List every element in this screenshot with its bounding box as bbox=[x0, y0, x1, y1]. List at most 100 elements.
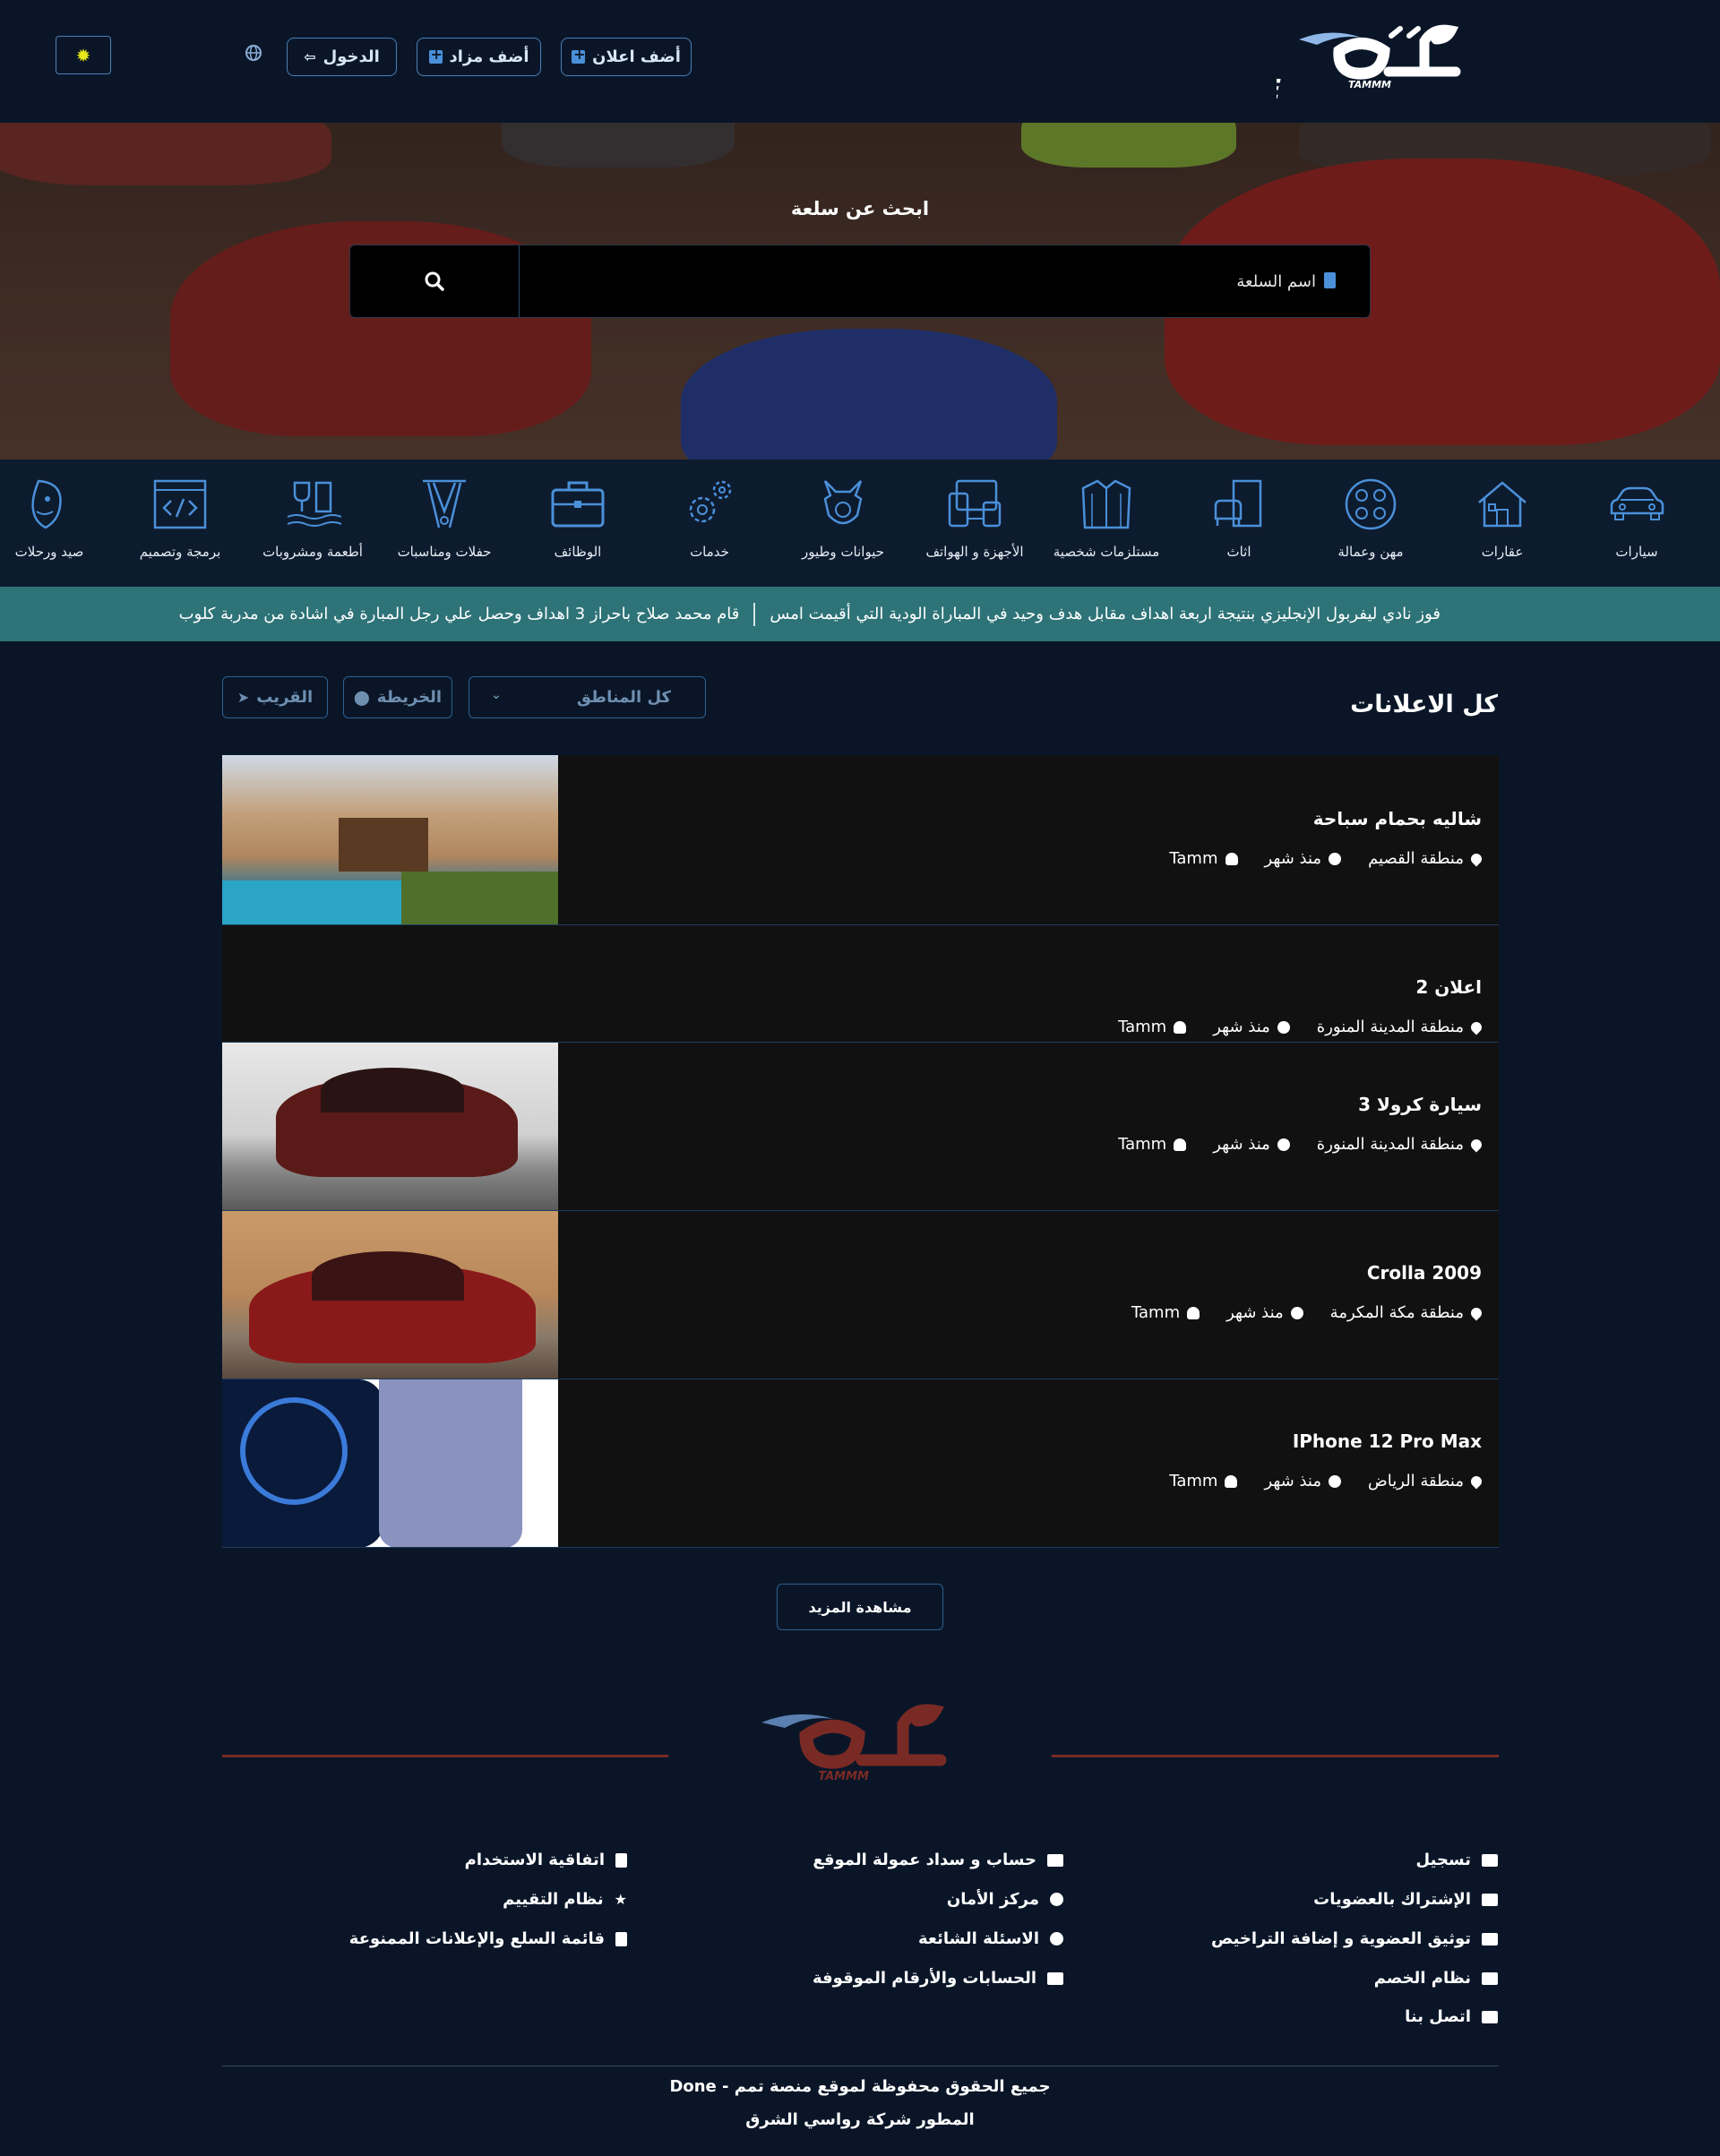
ad-region-text: منطقة الرياض bbox=[1368, 1472, 1464, 1490]
nissan-sunny-image[interactable] bbox=[222, 1043, 558, 1210]
ticker-item[interactable]: قام محمد صلاح باحراز 3 اهداف وحصل علي رج… bbox=[179, 605, 740, 623]
svg-text:TAMMM: TAMMM bbox=[818, 1770, 869, 1783]
car-icon bbox=[1610, 486, 1664, 520]
footer-link-terms[interactable]: اتفاقية الاستخدام bbox=[465, 1851, 627, 1869]
category-real-estate[interactable]: عقارات bbox=[1435, 476, 1570, 560]
file-icon bbox=[1324, 272, 1336, 288]
ad-title[interactable]: Crolla 2009 bbox=[1367, 1262, 1482, 1284]
category-programming[interactable]: برمجة وتصميم bbox=[113, 476, 247, 560]
map-label: الخريطة bbox=[376, 688, 443, 707]
add-ad-button[interactable]: أضف اعلان bbox=[561, 38, 692, 76]
clock-icon bbox=[1329, 852, 1342, 865]
login-button[interactable]: الدخول ⇦ bbox=[287, 38, 397, 76]
footer-link-label: الاسئلة الشائعة bbox=[918, 1929, 1039, 1948]
developer-text: المطور شركة رواسي الشرق bbox=[745, 2110, 975, 2129]
ad-region: منطقة مكة المكرمة bbox=[1330, 1303, 1484, 1322]
ad-card[interactable]: سيارة كرولا 3 منطقة المدينة المنورة منذ … bbox=[222, 1043, 1499, 1211]
footer-link-blocked-accounts[interactable]: الحسابات والأرقام الموقوفة bbox=[813, 1969, 1063, 1988]
category-personal[interactable]: مستلزمات شخصية bbox=[1039, 476, 1174, 560]
search-divider bbox=[519, 245, 520, 317]
footer-link-safety[interactable]: مركز الأمان bbox=[947, 1890, 1063, 1909]
code-icon bbox=[153, 479, 207, 529]
footer-link-register[interactable]: تسجيل bbox=[1416, 1851, 1498, 1869]
globe-icon[interactable] bbox=[243, 44, 262, 64]
category-parties[interactable]: حفلات ومناسبات bbox=[377, 476, 512, 560]
add-auction-button[interactable]: أضف مزاد bbox=[417, 38, 541, 76]
ad-title[interactable]: اعلان 2 bbox=[1415, 976, 1482, 998]
animals-icon bbox=[823, 480, 863, 525]
search-button[interactable] bbox=[350, 245, 519, 317]
category-label: مستلزمات شخصية bbox=[1053, 544, 1160, 560]
red-corolla-image[interactable] bbox=[222, 1211, 558, 1379]
svg-text:DONE: DONE bbox=[1277, 74, 1281, 102]
ad-time: منذ شهر bbox=[1213, 1018, 1290, 1036]
ad-title[interactable]: IPhone 12 Pro Max bbox=[1293, 1430, 1482, 1452]
footer-link-label: تسجيل bbox=[1415, 1851, 1471, 1869]
envelope-icon bbox=[1482, 2010, 1498, 2023]
id-card-icon bbox=[1482, 1932, 1498, 1946]
ad-user: Tamm bbox=[1118, 1018, 1187, 1036]
footer-link-rating[interactable]: ★ نظام التقييم bbox=[503, 1890, 627, 1909]
copyright-text: جميع الحقوق محفوظة لموقع منصة تمم - Done bbox=[669, 2077, 1051, 2096]
footer-link-verification[interactable]: توثيق العضوية و إضافة التراخيص bbox=[1211, 1929, 1498, 1948]
footer-link-prohibited[interactable]: قائمة السلع والإعلانات الممنوعة bbox=[349, 1929, 627, 1948]
ad-meta: منطقة الرياض منذ شهر Tamm bbox=[1169, 1472, 1484, 1490]
ticker-separator bbox=[753, 602, 756, 626]
footer-link-discount[interactable]: نظام الخصم bbox=[1374, 1969, 1498, 1988]
briefcase-icon bbox=[551, 481, 605, 528]
search-input[interactable] bbox=[519, 245, 1370, 317]
ad-time: منذ شهر bbox=[1226, 1303, 1303, 1322]
category-label: أطعمة ومشروبات bbox=[262, 544, 363, 560]
footer-link-faq[interactable]: الاسئلة الشائعة bbox=[918, 1929, 1063, 1948]
category-label: صيد ورحلات bbox=[14, 544, 84, 560]
theme-toggle-button[interactable]: ✹ bbox=[56, 36, 111, 74]
ad-title[interactable]: شاليه بحمام سباحة bbox=[1313, 808, 1482, 829]
category-devices[interactable]: الأجهزة و الهواتف bbox=[907, 476, 1042, 560]
sun-icon: ✹ bbox=[75, 44, 91, 66]
category-jobs[interactable]: الوظائف bbox=[511, 476, 645, 560]
footer-link-contact[interactable]: اتصل بنا bbox=[1405, 2007, 1498, 2026]
paper-plane-icon: ➤ bbox=[236, 689, 250, 706]
user-icon bbox=[1187, 1306, 1200, 1319]
category-label: خدمات bbox=[690, 544, 729, 560]
footer-link-label: توثيق العضوية و إضافة التراخيص bbox=[1211, 1929, 1471, 1948]
user-plus-icon bbox=[1482, 1853, 1498, 1867]
party-icon bbox=[423, 479, 466, 528]
category-animals[interactable]: حيوانات وطيور bbox=[776, 476, 910, 560]
star-half-icon: ★ bbox=[614, 1891, 627, 1908]
ad-title[interactable]: سيارة كرولا 3 bbox=[1358, 1094, 1482, 1115]
load-more-button[interactable]: مشاهدة المزيد bbox=[777, 1584, 943, 1630]
ad-card[interactable]: شاليه بحمام سباحة منطقة القصيم منذ شهر T… bbox=[222, 755, 1499, 925]
ad-meta: منطقة المدينة المنورة منذ شهر Tamm bbox=[1118, 1018, 1484, 1036]
ad-user: Tamm bbox=[1169, 849, 1238, 868]
ad-card[interactable]: Crolla 2009 منطقة مكة المكرمة منذ شهر Ta… bbox=[222, 1211, 1499, 1379]
footer-logo[interactable]: DONE TAMMM bbox=[641, 1696, 968, 1800]
category-food[interactable]: أطعمة ومشروبات bbox=[245, 476, 380, 560]
info-icon bbox=[1050, 1893, 1063, 1906]
category-services[interactable]: خدمات bbox=[642, 476, 777, 560]
ad-user: Tamm bbox=[1169, 1472, 1238, 1490]
site-logo[interactable]: DONE TAMMM bbox=[1195, 20, 1465, 106]
site-header: DONE TAMMM أضف اعلان أضف مزاد الدخول ⇦ ✹ bbox=[0, 0, 1720, 123]
login-label: الدخول bbox=[322, 47, 380, 66]
footer-link-memberships[interactable]: الإشتراك بالعضويات bbox=[1313, 1890, 1498, 1909]
category-label: حيوانات وطيور bbox=[801, 544, 885, 560]
footer-divider-line bbox=[222, 1755, 668, 1757]
footer-link-commission[interactable]: حساب و سداد عمولة الموقع bbox=[813, 1851, 1063, 1869]
map-marker-icon bbox=[1468, 1473, 1484, 1489]
category-fishing[interactable]: صيد ورحلات bbox=[0, 476, 116, 560]
map-marker-icon bbox=[1468, 851, 1484, 866]
iphone-image[interactable] bbox=[222, 1379, 558, 1547]
category-cars[interactable]: سيارات bbox=[1570, 476, 1704, 560]
ticker-item[interactable]: فوز نادي ليفربول الإنجليزي بنتيجة اربعة … bbox=[770, 605, 1440, 623]
category-workers[interactable]: مهن وعمالة bbox=[1303, 476, 1438, 560]
region-select[interactable]: كل المناطق ⌄ bbox=[469, 676, 706, 718]
ad-card[interactable]: IPhone 12 Pro Max منطقة الرياض منذ شهر T… bbox=[222, 1379, 1499, 1548]
map-button[interactable]: الخريطة ⬤ bbox=[343, 676, 452, 718]
ad-card[interactable]: اعلان 2 منطقة المدينة المنورة منذ شهر Ta… bbox=[222, 925, 1499, 1043]
category-furniture[interactable]: اثاث bbox=[1172, 476, 1306, 560]
nearby-button[interactable]: القريب ➤ bbox=[222, 676, 328, 718]
ad-region: منطقة الرياض bbox=[1368, 1472, 1484, 1490]
chalet-pool-image[interactable] bbox=[222, 755, 558, 924]
map-marker-icon bbox=[1468, 1137, 1484, 1152]
